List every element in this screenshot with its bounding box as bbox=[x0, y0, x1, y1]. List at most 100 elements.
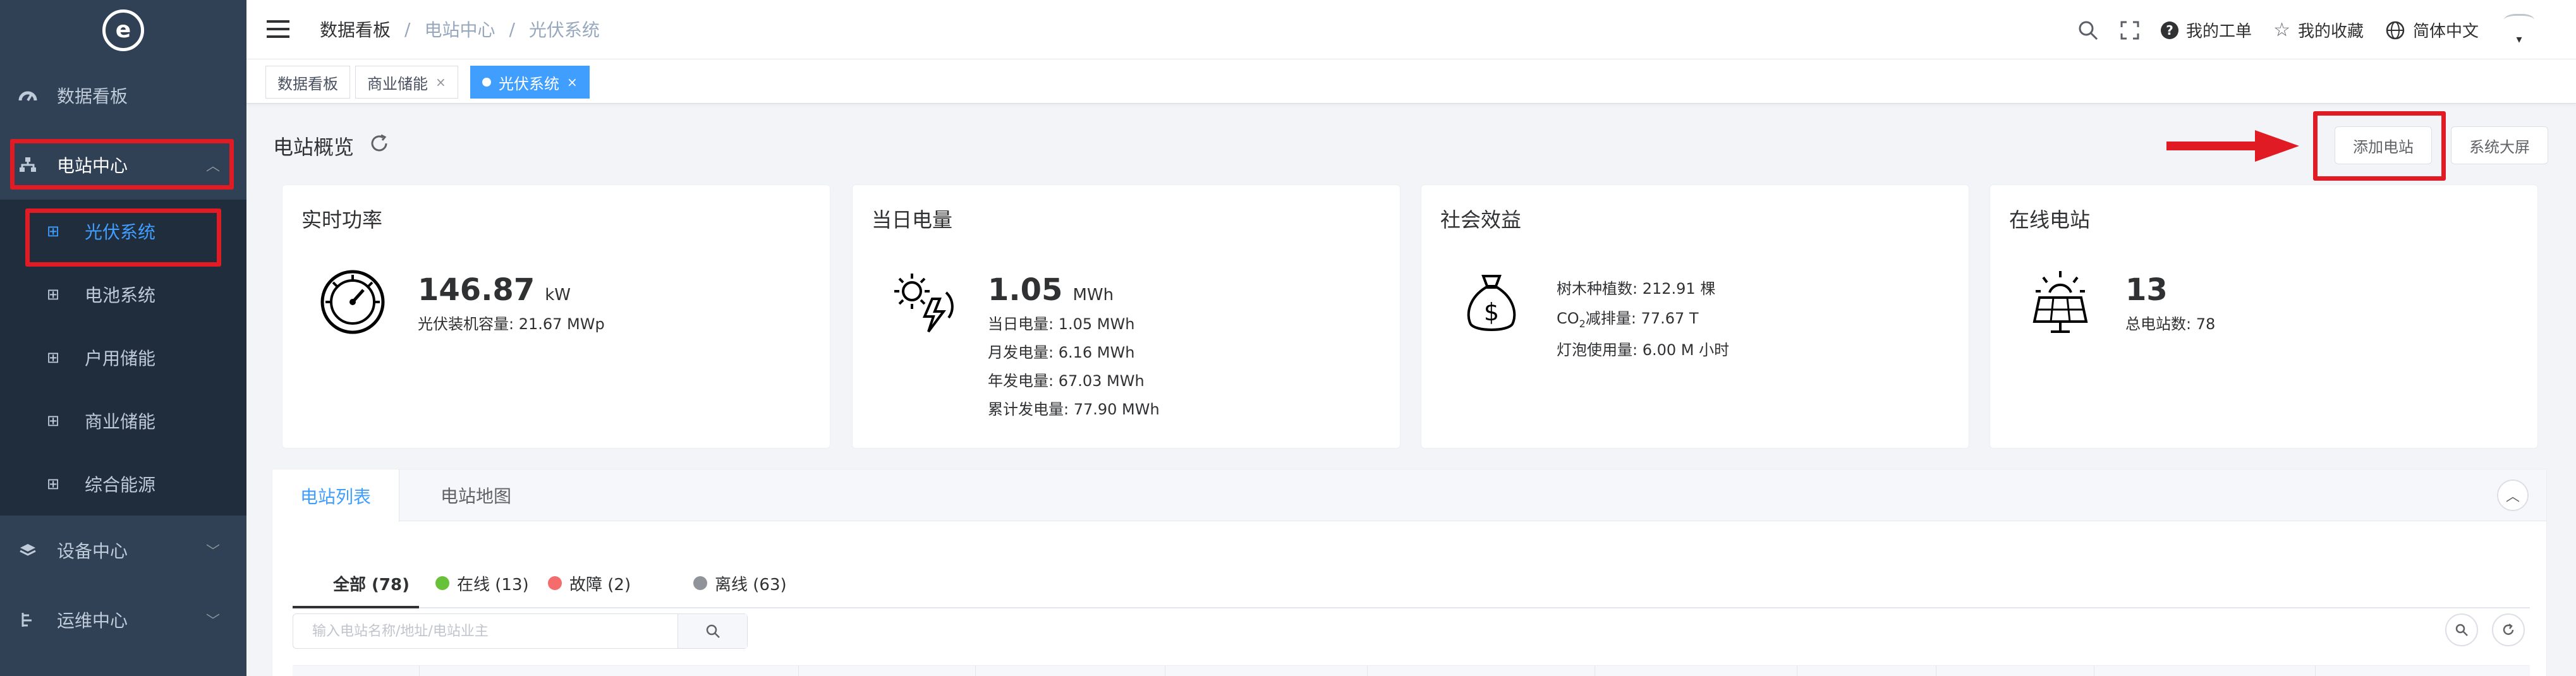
fault-dot-icon bbox=[548, 576, 562, 590]
sidebar-item-ops-center[interactable]: 运维中心 ﹀ bbox=[0, 585, 246, 655]
tools-icon bbox=[18, 610, 38, 630]
realtime-power-value: 146.87 bbox=[418, 272, 535, 308]
filter-fault[interactable]: 故障 (2) bbox=[548, 558, 631, 608]
active-filter-underline bbox=[293, 606, 419, 608]
realtime-power-body: 146.87 kW 光伏装机容量: 21.67 MWp bbox=[418, 272, 605, 334]
overview-title: 电站概览 bbox=[273, 135, 355, 159]
filter-label: 故障 (2) bbox=[569, 575, 631, 595]
sidebar-item-label: 数据看板 bbox=[57, 86, 128, 107]
sidebar-item-device-center[interactable]: 设备中心 ﹀ bbox=[0, 516, 246, 585]
close-icon[interactable]: × bbox=[567, 75, 578, 90]
energy-month: 月发电量: 6.16 MWh bbox=[988, 344, 1135, 361]
sidebar-item-dashboard[interactable]: 数据看板 bbox=[0, 61, 246, 130]
grid-icon: ⊞ bbox=[46, 475, 60, 493]
online-stations-card: 在线电站 13 总电站数: 78 bbox=[1990, 184, 2538, 449]
sidebar-item-label: 运维中心 bbox=[57, 610, 128, 631]
station-search-input[interactable] bbox=[293, 614, 677, 648]
header-actions: ? 我的工单 ☆ 我的收藏 简体中文 ▾ bbox=[2077, 14, 2538, 46]
search-icon bbox=[706, 624, 720, 638]
tag-label: 光伏系统 bbox=[499, 75, 559, 93]
energy-today: 当日电量: 1.05 MWh bbox=[988, 315, 1135, 333]
filter-all[interactable]: 全部 (78) bbox=[333, 558, 410, 608]
grid-icon: ⊞ bbox=[46, 412, 60, 430]
favorites-label: 我的收藏 bbox=[2297, 22, 2364, 41]
daily-energy-value-row: 1.05 MWh bbox=[988, 272, 1160, 308]
breadcrumb-item[interactable]: 数据看板 bbox=[320, 16, 391, 42]
bulb-usage: 灯泡使用量: 6.00 M 小时 bbox=[1557, 341, 1730, 359]
refresh-icon[interactable] bbox=[369, 133, 389, 159]
logo-icon: e bbox=[102, 9, 144, 51]
filter-label: 离线 (63) bbox=[715, 575, 787, 595]
language-switch[interactable]: 简体中文 bbox=[2385, 18, 2479, 42]
sidebar-item-label: 户用储能 bbox=[85, 348, 156, 369]
user-avatar-menu[interactable]: ▾ bbox=[2500, 14, 2538, 46]
caret-down-icon: ▾ bbox=[2516, 33, 2522, 46]
sidebar: e 数据看板 电站中心 ︿ ⊞ 光伏系统 ⊞ 电池系统 ⊞ 户用储能 ⊞ 商业储… bbox=[0, 0, 246, 676]
language-label: 简体中文 bbox=[2412, 22, 2479, 41]
co2-reduction: CO2减排量: 77.67 T bbox=[1557, 306, 1729, 330]
online-dot-icon bbox=[435, 576, 449, 590]
tab-station-list[interactable]: 电站列表 bbox=[272, 469, 400, 522]
daily-energy-unit: MWh bbox=[1072, 286, 1114, 305]
annotation-arrow-icon bbox=[2166, 130, 2299, 162]
sidebar-item-home-storage[interactable]: ⊞ 户用储能 bbox=[0, 326, 246, 389]
sidebar-item-commercial-storage[interactable]: ⊞ 商业储能 bbox=[0, 389, 246, 452]
gauge-icon bbox=[320, 270, 385, 334]
breadcrumb-item: 光伏系统 bbox=[528, 20, 600, 40]
overview-header: 电站概览 bbox=[273, 131, 389, 160]
sidebar-item-label: 商业储能 bbox=[85, 411, 156, 432]
chevron-down-icon: ﹀ bbox=[205, 544, 220, 560]
realtime-power-value-row: 146.87 kW bbox=[418, 272, 605, 308]
pv-capacity: 光伏装机容量: 21.67 MWp bbox=[418, 315, 605, 333]
search-button[interactable] bbox=[677, 614, 747, 648]
breadcrumb-item[interactable]: 电站中心 bbox=[424, 16, 495, 42]
refresh-button[interactable] bbox=[2492, 613, 2525, 646]
tag-pv-system[interactable]: 光伏系统 × bbox=[470, 66, 590, 99]
daily-energy-value: 1.05 bbox=[988, 272, 1063, 308]
station-table-header bbox=[293, 665, 2530, 676]
dashboard-icon bbox=[18, 85, 38, 106]
filter-offline[interactable]: 离线 (63) bbox=[693, 558, 787, 608]
big-screen-button[interactable]: 系统大屏 bbox=[2451, 126, 2548, 164]
search-toggle-button[interactable] bbox=[2445, 613, 2478, 646]
add-station-button[interactable]: 添加电站 bbox=[2335, 126, 2432, 164]
tab-station-map[interactable]: 电站地图 bbox=[413, 469, 539, 521]
column-divider bbox=[2315, 666, 2316, 676]
chevron-down-icon: ﹀ bbox=[205, 613, 220, 629]
globe-icon bbox=[2385, 20, 2405, 40]
column-divider bbox=[1367, 666, 1368, 676]
app-logo[interactable]: e bbox=[0, 0, 246, 61]
card-title: 当日电量 bbox=[872, 208, 953, 232]
tag-dashboard[interactable]: 数据看板 bbox=[265, 66, 350, 99]
realtime-power-card: 实时功率 146.87 kW 光伏装机容量: 21.67 MWp bbox=[282, 184, 830, 449]
sidebar-item-battery-system[interactable]: ⊞ 电池系统 bbox=[0, 263, 246, 326]
tag-label: 数据看板 bbox=[277, 75, 338, 93]
filter-label: 全部 (78) bbox=[333, 575, 410, 595]
fullscreen-icon[interactable] bbox=[2120, 21, 2139, 40]
hamburger-icon[interactable] bbox=[267, 18, 289, 40]
solar-panel-icon bbox=[2032, 271, 2088, 333]
panel-tabs: 电站列表 电站地图 ︿ bbox=[272, 469, 2546, 522]
close-icon[interactable]: × bbox=[435, 75, 446, 90]
sidebar-item-integrated-energy[interactable]: ⊞ 综合能源 bbox=[0, 452, 246, 516]
sun-lightning-icon bbox=[894, 274, 954, 333]
favorites-link[interactable]: ☆ 我的收藏 bbox=[2273, 18, 2364, 42]
daily-energy-body: 1.05 MWh 当日电量: 1.05 MWh 月发电量: 6.16 MWh 年… bbox=[988, 272, 1160, 419]
column-divider bbox=[798, 666, 799, 676]
highlight-station-center bbox=[10, 139, 234, 190]
filter-online[interactable]: 在线 (13) bbox=[435, 558, 529, 608]
my-tickets-label: 我的工单 bbox=[2186, 22, 2252, 41]
status-filter-tabs: 全部 (78) 在线 (13) 故障 (2) 离线 (63) bbox=[293, 558, 2530, 608]
online-stations-value: 13 bbox=[2125, 272, 2168, 308]
breadcrumb-separator: / bbox=[404, 18, 411, 40]
sidebar-item-label: 综合能源 bbox=[85, 474, 156, 495]
my-tickets-link[interactable]: ? 我的工单 bbox=[2161, 18, 2252, 42]
collapse-icon[interactable]: ︿ bbox=[2497, 480, 2529, 511]
energy-total: 累计发电量: 77.90 MWh bbox=[988, 401, 1160, 418]
money-bag-icon: $ bbox=[1467, 275, 1516, 331]
search-icon[interactable] bbox=[2077, 20, 2099, 41]
layers-icon bbox=[18, 540, 38, 560]
tag-commercial-storage[interactable]: 商业储能 × bbox=[355, 66, 458, 99]
top-header: 数据看板 / 电站中心 / 光伏系统 ? 我的工单 ☆ 我的收藏 简体中文 ▾ bbox=[246, 0, 2576, 59]
breadcrumb-separator: / bbox=[509, 18, 515, 40]
